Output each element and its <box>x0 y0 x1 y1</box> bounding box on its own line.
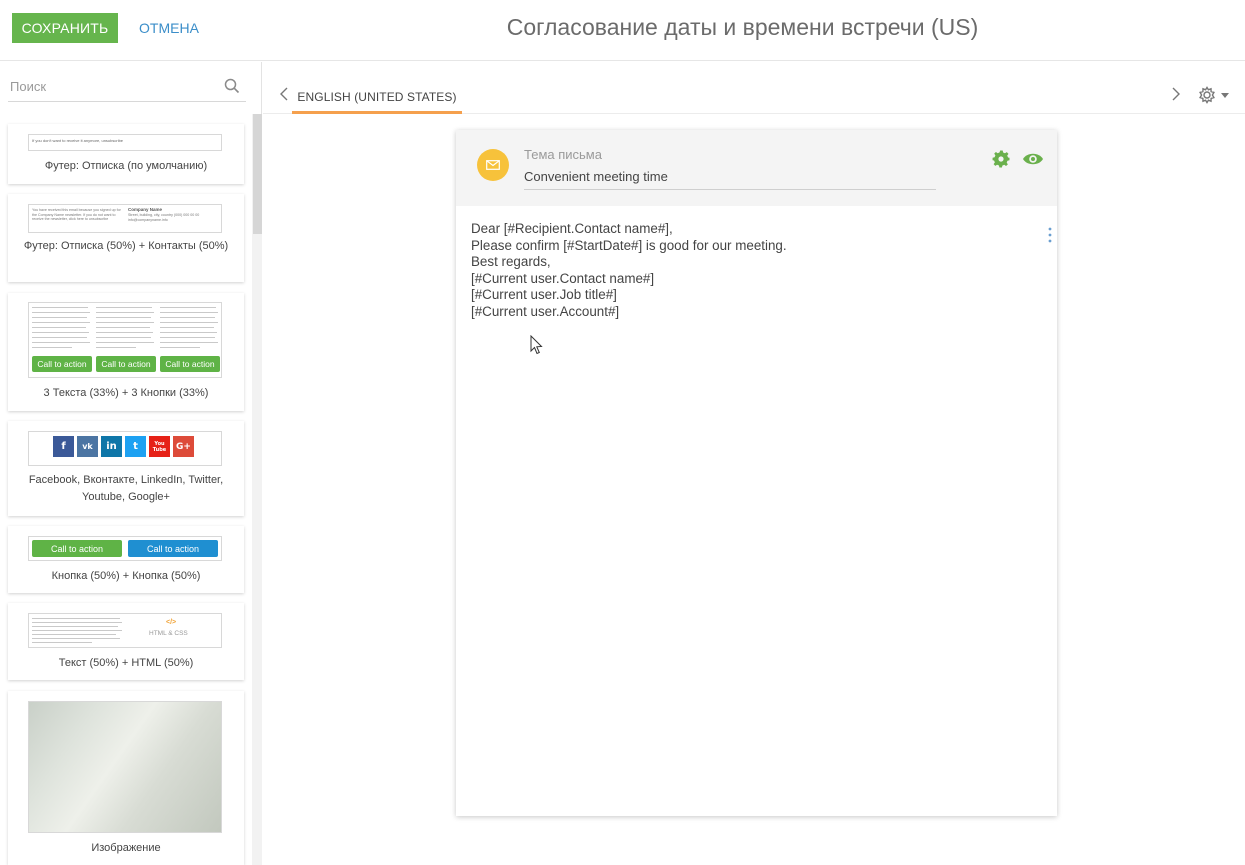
block-label: Facebook, Вконтакте, LinkedIn, Twitter, … <box>28 474 224 503</box>
settings-gear-icon[interactable] <box>991 149 1011 169</box>
block-label: Кнопка (50%) + Кнопка (50%) <box>51 570 201 582</box>
block-label: Футер: Отписка (50%) + Контакты (50%) <box>23 240 229 252</box>
block-image[interactable]: Изображение <box>8 691 244 865</box>
block-text-html[interactable]: </> HTML & CSS Текст (50%) + HTML (50%) <box>8 603 244 680</box>
top-toolbar: СОХРАНИТЬ ОТМЕНА Согласование даты и вре… <box>0 0 1245 61</box>
html-code-icon: </> <box>166 619 177 626</box>
language-tabbar: ENGLISH (UNITED STATES) <box>263 62 1245 114</box>
gear-icon[interactable] <box>1198 85 1230 105</box>
facebook-icon: f <box>53 436 74 457</box>
mouse-cursor-icon <box>530 335 543 355</box>
thumb-cta-button: Call to action <box>96 356 156 372</box>
cancel-button[interactable]: ОТМЕНА <box>131 13 207 43</box>
thumb-cta-button: Call to action <box>32 356 92 372</box>
thumb-cta-button: Call to action <box>32 540 122 557</box>
content-blocks-panel: If you don't want to receive it anymore,… <box>0 62 262 865</box>
editor-area: ENGLISH (UNITED STATES) Тема письма Conv… <box>263 62 1245 865</box>
thumb-cta-button: Call to action <box>128 540 218 557</box>
search-input[interactable] <box>8 72 208 100</box>
envelope-icon <box>477 149 509 181</box>
vkontakte-icon: vk <box>77 436 98 457</box>
google-plus-icon: G+ <box>173 436 194 457</box>
block-label: Изображение <box>91 842 161 854</box>
scrollbar-thumb[interactable] <box>253 114 262 234</box>
block-image-thumbnail <box>28 701 222 833</box>
block-social-icons[interactable]: f vk in t You Tube G+ Facebook, Вконтакт… <box>8 421 244 516</box>
thumb-text-left: You have received this email because you… <box>32 208 121 222</box>
email-editor-card: Тема письма Convenient meeting time Dear… <box>456 130 1057 816</box>
thumb-cta-button: Call to action <box>160 356 220 372</box>
linkedin-icon: in <box>101 436 122 457</box>
body-line: Please confirm [#StartDate#] is good for… <box>471 237 787 253</box>
block-2-buttons[interactable]: Call to action Call to action Кнопка (50… <box>8 526 244 593</box>
chevron-right-icon[interactable] <box>1170 86 1182 102</box>
body-line: Best regards, <box>471 254 551 269</box>
block-thumbnail: </> HTML & CSS <box>28 613 222 648</box>
subject-label: Тема письма <box>524 147 602 162</box>
email-body[interactable]: Dear [#Recipient.Contact name#], Please … <box>471 221 787 320</box>
thumb-html-text: HTML & CSS <box>149 630 188 637</box>
twitter-icon: t <box>125 436 146 457</box>
block-thumbnail: Call to action Call to action <box>28 536 222 561</box>
tab-english-us[interactable]: ENGLISH (UNITED STATES) <box>292 82 462 114</box>
block-label: 3 Текста (33%) + 3 Кнопки (33%) <box>43 387 209 399</box>
block-footer-unsubscribe-contacts[interactable]: You have received this email because you… <box>8 194 244 282</box>
email-subject-header: Тема письма Convenient meeting time <box>456 130 1057 206</box>
body-line: Dear [#Recipient.Contact name#], <box>471 221 673 236</box>
body-line: [#Current user.Job title#] <box>471 287 617 302</box>
eye-icon[interactable] <box>1022 150 1044 168</box>
block-3-texts-3-buttons[interactable]: Call to action Call to action Call to ac… <box>8 293 244 411</box>
thumb-text: If you don't want to receive it anymore,… <box>32 138 124 143</box>
block-label: Текст (50%) + HTML (50%) <box>58 657 194 669</box>
kebab-menu-icon[interactable] <box>1047 226 1053 244</box>
block-thumbnail: Call to action Call to action Call to ac… <box>28 302 222 378</box>
block-thumbnail: You have received this email because you… <box>28 204 222 233</box>
body-line: [#Current user.Contact name#] <box>471 270 655 286</box>
block-label: Футер: Отписка (по умолчанию) <box>44 160 208 172</box>
thumb-company: Company Name <box>128 207 163 212</box>
chevron-left-icon[interactable] <box>278 86 290 102</box>
search-icon[interactable] <box>224 78 240 94</box>
subject-field[interactable]: Convenient meeting time <box>524 168 936 190</box>
page-title: Согласование даты и времени встречи (US) <box>506 14 979 40</box>
block-footer-unsubscribe[interactable]: If you don't want to receive it anymore,… <box>8 124 244 184</box>
block-thumbnail: f vk in t You Tube G+ <box>28 431 222 466</box>
search-box <box>8 72 246 102</box>
body-line: [#Current user.Account#] <box>471 303 620 319</box>
save-button[interactable]: СОХРАНИТЬ <box>12 13 118 43</box>
block-thumbnail: If you don't want to receive it anymore,… <box>28 134 222 151</box>
youtube-icon: You Tube <box>149 436 170 457</box>
thumb-text-right: Street, building, city, country (000) 00… <box>128 213 200 222</box>
